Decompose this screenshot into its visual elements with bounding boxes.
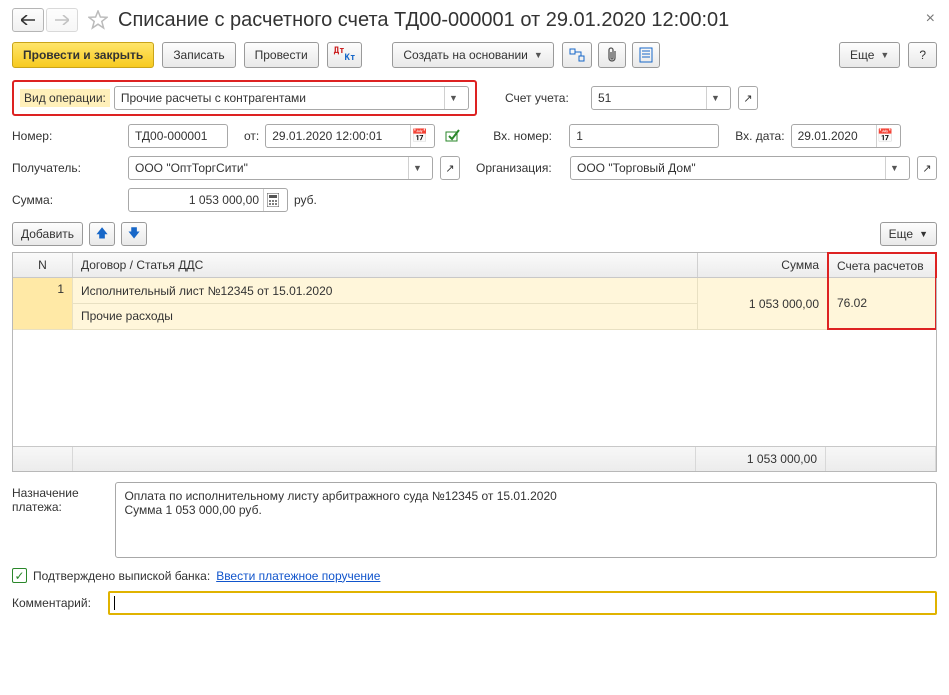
op-type-label: Вид операции:	[20, 89, 110, 107]
sum-label: Сумма:	[12, 193, 122, 207]
help-button[interactable]: ?	[908, 42, 937, 68]
account-open-button[interactable]: ↗	[738, 86, 758, 110]
currency-label: руб.	[294, 193, 317, 207]
in-date-label: Вх. дата:	[735, 129, 784, 143]
payee-input[interactable]: ООО "ОптТоргСити" ▼	[128, 156, 433, 180]
more-button[interactable]: Еще▼	[839, 42, 900, 68]
col-header-sum[interactable]: Сумма	[698, 253, 828, 277]
arrow-right-icon	[55, 15, 69, 25]
chevron-down-icon[interactable]: ▼	[444, 87, 462, 109]
chevron-down-icon[interactable]: ▼	[408, 157, 426, 179]
post-and-close-button[interactable]: Провести и закрыть	[12, 42, 154, 68]
number-label: Номер:	[12, 129, 122, 143]
favorite-star-icon[interactable]	[86, 8, 110, 32]
payee-label: Получатель:	[12, 161, 122, 175]
row-dds: Прочие расходы	[81, 307, 689, 325]
add-row-button[interactable]: Добавить	[12, 222, 83, 246]
nav-back-button[interactable]	[12, 8, 44, 32]
paperclip-icon	[605, 47, 619, 63]
chevron-down-icon[interactable]: ▼	[885, 157, 903, 179]
op-type-group: Вид операции: Прочие расчеты с контраген…	[12, 80, 477, 116]
posted-icon	[445, 129, 461, 143]
document-lines-icon	[639, 47, 653, 63]
row-sum: 1 053 000,00	[749, 297, 819, 311]
sum-input[interactable]: 1 053 000,00	[128, 188, 288, 212]
dtkt-button[interactable]: Дт Кт	[327, 42, 363, 68]
number-input[interactable]: ТД00-000001	[128, 124, 228, 148]
col-header-acc[interactable]: Счета расчетов	[827, 252, 937, 278]
calendar-icon[interactable]: 📅	[410, 125, 428, 147]
from-label: от:	[244, 129, 259, 143]
enter-payment-order-link[interactable]: Ввести платежное поручение	[216, 569, 380, 583]
write-button[interactable]: Записать	[162, 42, 235, 68]
table-row[interactable]: 1 Исполнительный лист №12345 от 15.01.20…	[13, 278, 936, 330]
payment-table: N Договор / Статья ДДС Сумма Счета расче…	[12, 252, 937, 472]
memo-label: Назначение платежа:	[12, 482, 109, 514]
post-button[interactable]: Провести	[244, 42, 319, 68]
payee-open-button[interactable]: ↗	[440, 156, 460, 180]
page-title: Списание с расчетного счета ТД00-000001 …	[118, 9, 729, 32]
close-icon[interactable]: ×	[926, 10, 935, 28]
table-more-button[interactable]: Еще▼	[880, 222, 937, 246]
open-external-icon: ↗	[445, 162, 454, 175]
open-external-icon: ↗	[743, 92, 752, 105]
col-header-doc[interactable]: Договор / Статья ДДС	[73, 253, 698, 277]
in-number-label: Вх. номер:	[493, 129, 563, 143]
bank-confirmed-label: Подтверждено выпиской банка:	[33, 569, 210, 583]
org-label: Организация:	[476, 161, 564, 175]
report-button[interactable]	[632, 42, 660, 68]
nav-forward-button	[46, 8, 78, 32]
open-external-icon: ↗	[922, 162, 931, 175]
op-type-select[interactable]: Прочие расчеты с контрагентами ▼	[114, 86, 469, 110]
move-down-button[interactable]: 🡇	[121, 222, 147, 246]
dtkt-icon: Дт Кт	[334, 48, 356, 62]
calendar-icon[interactable]: 📅	[876, 125, 894, 147]
org-open-button[interactable]: ↗	[917, 156, 937, 180]
comment-input[interactable]	[108, 591, 937, 615]
row-contract: Исполнительный лист №12345 от 15.01.2020	[81, 282, 689, 300]
in-date-input[interactable]: 29.01.2020 📅	[791, 124, 901, 148]
row-account: 76.02	[837, 296, 927, 310]
chevron-down-icon[interactable]: ▼	[706, 87, 724, 109]
arrow-down-icon: 🡇	[128, 224, 140, 245]
account-label: Счет учета:	[505, 91, 585, 105]
col-header-n[interactable]: N	[13, 253, 73, 277]
attachments-button[interactable]	[598, 42, 626, 68]
account-input[interactable]: 51 ▼	[591, 86, 731, 110]
arrow-left-icon	[21, 15, 35, 25]
date-input[interactable]: 29.01.2020 12:00:01 📅	[265, 124, 435, 148]
comment-label: Комментарий:	[12, 596, 102, 610]
payment-purpose-textarea[interactable]: Оплата по исполнительному листу арбитраж…	[115, 482, 937, 558]
structure-button[interactable]	[562, 42, 592, 68]
in-number-input[interactable]: 1	[569, 124, 719, 148]
create-based-on-button[interactable]: Создать на основании▼	[392, 42, 553, 68]
link-structure-icon	[569, 48, 585, 62]
org-input[interactable]: ООО "Торговый Дом" ▼	[570, 156, 910, 180]
calculator-icon[interactable]	[263, 189, 281, 211]
bank-confirmed-checkbox[interactable]: ✓	[12, 568, 27, 583]
move-up-button[interactable]: 🡅	[89, 222, 115, 246]
table-total-sum: 1 053 000,00	[696, 447, 826, 471]
arrow-up-icon: 🡅	[96, 224, 108, 245]
row-number: 1	[57, 282, 64, 296]
